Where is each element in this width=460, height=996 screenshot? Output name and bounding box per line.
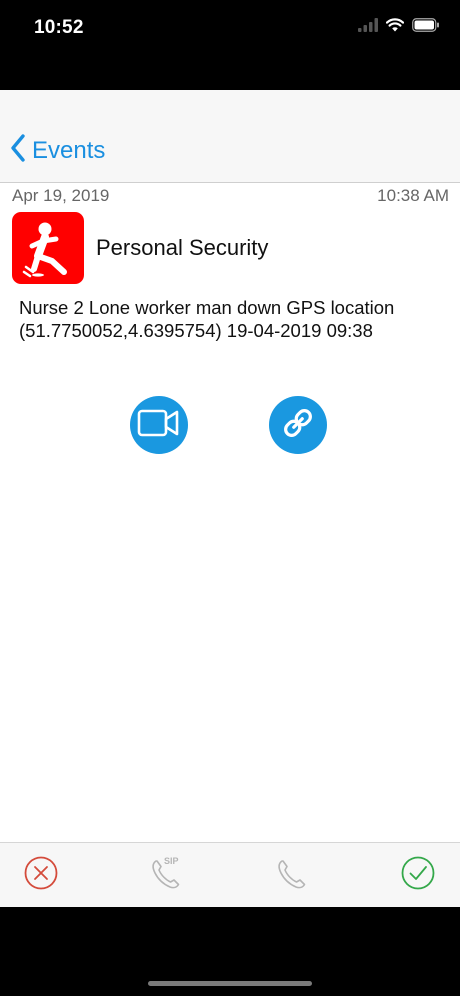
phone-icon: SIP	[148, 855, 188, 896]
app-screen: Events Apr 19, 2019 10:38 AM Personal Se…	[0, 90, 460, 907]
wifi-icon	[385, 18, 405, 37]
status-time: 10:52	[34, 17, 84, 38]
back-label: Events	[32, 136, 106, 164]
sip-call-button[interactable]: SIP	[148, 855, 188, 896]
event-title: Personal Security	[96, 235, 269, 260]
call-button[interactable]	[274, 857, 310, 893]
event-date: Apr 19, 2019	[12, 186, 110, 205]
video-button[interactable]	[130, 396, 188, 454]
man-down-icon	[12, 212, 84, 284]
bottom-action-bar: SIP	[0, 842, 460, 907]
navigation-bar: Events	[0, 90, 460, 183]
event-time: 10:38 AM	[377, 186, 449, 205]
home-indicator[interactable]	[148, 981, 312, 986]
cancel-circle-icon	[23, 855, 59, 896]
device-notch	[98, 0, 362, 44]
reject-button[interactable]	[23, 855, 59, 896]
status-icons	[358, 18, 440, 37]
accept-button[interactable]	[400, 855, 436, 896]
video-camera-icon	[137, 408, 181, 443]
signal-icon	[358, 18, 378, 37]
battery-icon	[412, 18, 440, 37]
event-description: Nurse 2 Lone worker man down GPS locatio…	[19, 297, 395, 341]
chevron-left-icon	[10, 134, 26, 167]
check-circle-icon	[400, 855, 436, 896]
back-button[interactable]: Events	[10, 134, 105, 167]
link-icon	[281, 406, 315, 445]
sip-label: SIP	[164, 856, 179, 866]
event-date-row: Apr 19, 2019 10:38 AM	[0, 186, 460, 210]
status-bar: 10:52	[0, 0, 460, 60]
phone-icon	[274, 855, 310, 896]
link-button[interactable]	[269, 396, 327, 454]
